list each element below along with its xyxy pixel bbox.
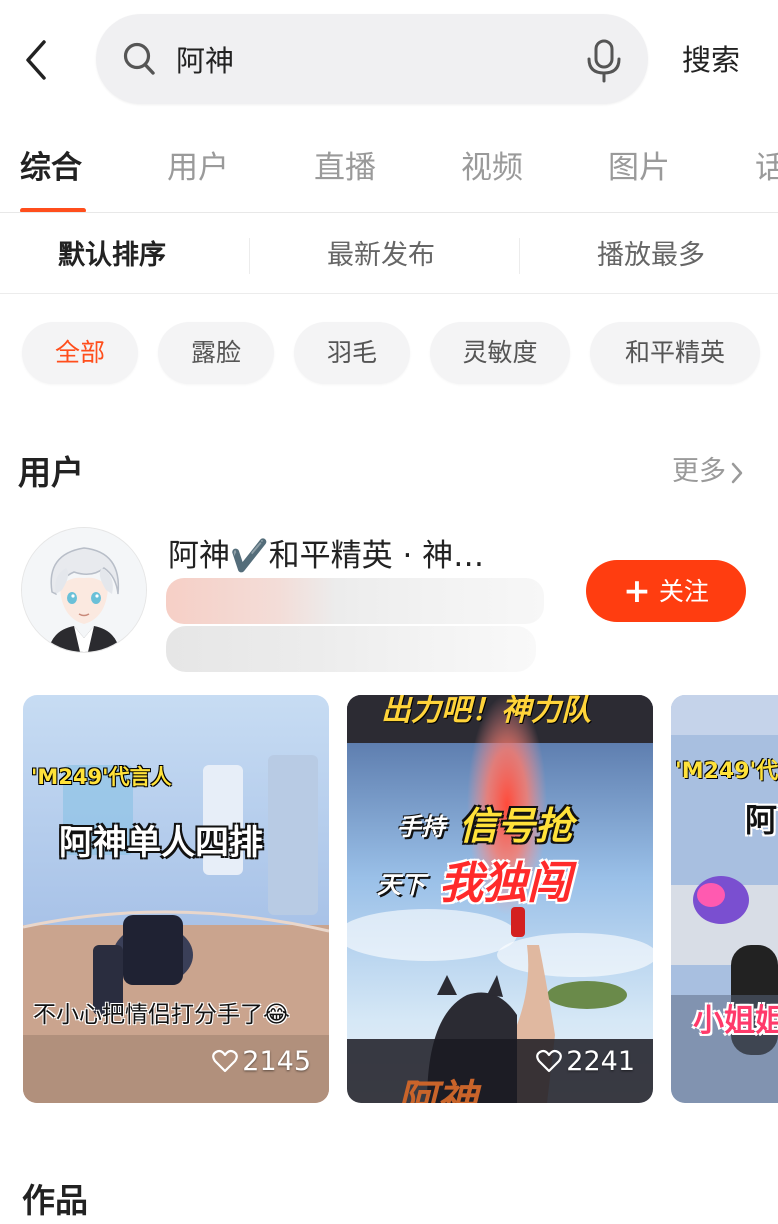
chevron-right-icon — [731, 462, 743, 483]
video-tag: 'M249'代 — [675, 759, 778, 784]
follow-label: 关注 — [658, 577, 709, 606]
divider — [0, 212, 778, 213]
like-count: 2145 — [212, 1045, 311, 1079]
divider — [249, 238, 250, 274]
sort-default[interactable]: 默认排序 — [58, 236, 166, 276]
video-line2-prefix: 天下 — [377, 871, 425, 899]
more-users-link[interactable]: 更多 — [672, 452, 744, 492]
tab-bar: 综合 用户 直播 视频 图片 话 — [0, 140, 778, 213]
video-thumbnail — [23, 695, 329, 1103]
video-card[interactable]: 出力吧！神力队 手持 信号抢 天下 我独闯 阿神 2241 — [347, 695, 653, 1103]
video-tag: 'M249'代言人 — [31, 765, 172, 789]
video-card[interactable]: 'M249'代 阿 小姐姐 — [671, 695, 778, 1103]
tab-topics[interactable]: 话 — [755, 146, 778, 190]
divider — [519, 238, 520, 274]
video-caption: 不小心把情侣打分手了😂 — [33, 1002, 290, 1028]
like-count-value: 2241 — [566, 1046, 635, 1077]
microphone-icon[interactable] — [584, 39, 624, 83]
video-line1-prefix: 手持 — [397, 813, 445, 841]
video-card[interactable]: 'M249'代言人 阿神单人四排 不小心把情侣打分手了😂 2145 — [23, 695, 329, 1103]
search-box[interactable] — [96, 14, 648, 104]
tab-videos[interactable]: 视频 — [461, 146, 523, 190]
divider — [0, 293, 778, 294]
video-line1-accent: 信号抢 — [459, 804, 574, 848]
video-headline: 阿 — [745, 801, 778, 839]
works-section-title: 作品 — [22, 1181, 88, 1220]
blurred-user-info — [166, 578, 544, 624]
chip-face[interactable]: 露脸 — [158, 322, 274, 384]
users-section-title: 用户 — [18, 453, 84, 492]
search-button[interactable]: 搜索 — [682, 38, 752, 82]
heart-icon — [536, 1049, 563, 1073]
more-label: 更多 — [672, 456, 726, 487]
chip-peace-elite[interactable]: 和平精英 — [590, 322, 760, 384]
avatar[interactable] — [22, 528, 146, 652]
tab-live[interactable]: 直播 — [314, 146, 376, 190]
follow-button[interactable]: + 关注 — [586, 560, 746, 622]
video-top-text: 出力吧！神力队 — [381, 695, 591, 728]
video-bottom-text: 阿神 — [397, 1077, 477, 1103]
search-input[interactable] — [176, 38, 556, 80]
heart-icon — [212, 1049, 239, 1073]
avatar-image — [22, 528, 146, 652]
video-caption: 小姐姐 — [693, 1003, 778, 1039]
chip-all[interactable]: 全部 — [22, 322, 138, 384]
back-arrow-icon — [26, 40, 46, 80]
like-count-value: 2145 — [242, 1046, 311, 1077]
tab-images[interactable]: 图片 — [608, 146, 670, 190]
chip-feather[interactable]: 羽毛 — [294, 322, 410, 384]
chip-sensitivity[interactable]: 灵敏度 — [430, 322, 570, 384]
video-line2-accent: 我独闯 — [439, 858, 571, 909]
video-headline: 阿神单人四排 — [59, 823, 263, 863]
search-icon — [123, 42, 155, 75]
tab-comprehensive[interactable]: 综合 — [20, 146, 82, 190]
sort-most-played[interactable]: 播放最多 — [597, 236, 705, 276]
sort-newest[interactable]: 最新发布 — [327, 236, 435, 276]
back-button[interactable] — [14, 32, 62, 88]
like-count: 2241 — [536, 1045, 635, 1079]
plus-icon: + — [623, 571, 651, 610]
blurred-user-info — [166, 626, 536, 672]
user-name[interactable]: 阿神✔️和平精英 · 神… — [168, 532, 548, 580]
tab-users[interactable]: 用户 — [167, 146, 229, 190]
